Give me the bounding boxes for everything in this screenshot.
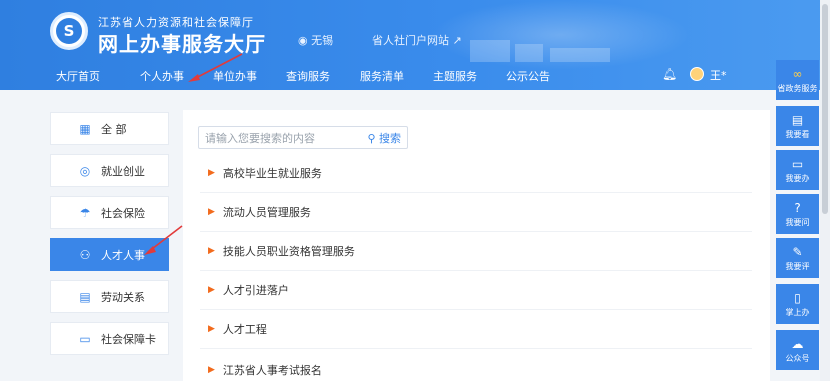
- list-item[interactable]: ▶ 江苏省人事考试报名: [200, 350, 752, 381]
- search-button[interactable]: ⚲ 搜索: [367, 130, 401, 146]
- monitor-icon: ▭: [791, 156, 804, 171]
- portal-link-label: 省人社门户网站: [372, 34, 449, 47]
- rate-button[interactable]: ✎ 我要评: [776, 238, 819, 278]
- umbrella-icon: ☂: [79, 205, 91, 220]
- bullet-triangle-icon: ▶: [208, 364, 215, 375]
- sidebar-item-label: 劳动关系: [101, 290, 145, 304]
- book-icon: ▤: [791, 112, 804, 127]
- portal-link[interactable]: 省人社门户网站 ↗: [372, 32, 462, 48]
- search-input[interactable]: [205, 130, 355, 146]
- search-box: ⚲ 搜索: [198, 126, 408, 149]
- list-item[interactable]: ▶ 高校毕业生就业服务: [200, 154, 752, 193]
- wechat-icon: ☁: [791, 336, 804, 351]
- list-item[interactable]: ▶ 人才引进落户: [200, 271, 752, 310]
- card-icon: ▭: [79, 331, 91, 346]
- grid-icon: ▦: [79, 121, 91, 136]
- search-icon: ⚲: [367, 132, 379, 145]
- right-bar-label: 掌上办: [785, 307, 810, 317]
- service-name: 人才工程: [222, 323, 267, 336]
- logo-icon: S: [56, 18, 82, 44]
- right-bar-label: 我要问: [785, 217, 810, 227]
- page-scrollbar[interactable]: [820, 0, 830, 381]
- bullet-triangle-icon: ▶: [208, 246, 215, 256]
- phone-icon: ▯: [794, 290, 801, 305]
- sidebar-item-all[interactable]: ▦ 全 部: [50, 112, 169, 145]
- people-icon: ⚇: [79, 247, 91, 262]
- bullet-triangle-icon: ▶: [208, 207, 215, 217]
- nav-item-home[interactable]: 大厅首页: [56, 68, 100, 84]
- nav-item-topics[interactable]: 主题服务: [433, 68, 477, 84]
- service-name: 人才引进落户: [222, 284, 289, 297]
- location-label: 无锡: [311, 34, 334, 47]
- right-bar-label: 我要看: [785, 129, 810, 139]
- service-name: 江苏省人事考试报名: [222, 363, 322, 377]
- compass-icon: ◎: [79, 163, 91, 178]
- list-item[interactable]: ▶ 技能人员职业资格管理服务: [200, 232, 752, 271]
- sidebar-item-employment[interactable]: ◎ 就业创业: [50, 154, 169, 187]
- building-silhouette: [550, 48, 610, 62]
- annotation-arrow: [188, 53, 243, 82]
- service-name: 技能人员职业资格管理服务: [222, 245, 355, 258]
- building-silhouette: [470, 40, 510, 62]
- list-item[interactable]: ▶ 人才工程: [200, 310, 752, 349]
- question-icon: ?: [794, 200, 801, 215]
- right-bar-label: 公众号: [785, 353, 810, 363]
- bullet-triangle-icon: ▶: [208, 168, 215, 178]
- wechat-button[interactable]: ☁ 公众号: [776, 330, 819, 370]
- bullet-triangle-icon: ▶: [208, 324, 215, 334]
- site-logo[interactable]: S: [50, 12, 88, 50]
- location-pin-icon: ◉: [298, 34, 312, 47]
- nav-item-notices[interactable]: 公示公告: [506, 68, 550, 84]
- service-name: 流动人员管理服务: [222, 206, 311, 219]
- handle-button[interactable]: ▭ 我要办: [776, 150, 819, 190]
- sidebar-item-label: 社会保障卡: [101, 332, 156, 346]
- search-button-label: 搜索: [379, 132, 401, 145]
- avatar[interactable]: [690, 67, 704, 81]
- sidebar-item-label: 就业创业: [101, 164, 145, 178]
- view-button[interactable]: ▤ 我要看: [776, 106, 819, 146]
- annotation-arrow: [144, 225, 183, 255]
- bell-icon[interactable]: 🔔︎: [662, 67, 677, 81]
- header-bar: S 江苏省人力资源和社会保障厅 网上办事服务大厅 ◉ 无锡 省人社门户网站 ↗ …: [0, 0, 830, 90]
- location-switch[interactable]: ◉ 无锡: [298, 32, 333, 48]
- external-link-icon: ↗: [449, 34, 462, 47]
- building-silhouette: [515, 44, 543, 62]
- sidebar-item-label: 社会保险: [101, 206, 145, 220]
- right-bar-label: 我要评: [785, 261, 810, 271]
- edit-icon: ✎: [792, 244, 803, 259]
- main-nav: 大厅首页 个人办事 单位办事 查询服务 服务清单 主题服务 公示公告: [0, 62, 830, 90]
- mobile-button[interactable]: ▯ 掌上办: [776, 284, 819, 324]
- service-name: 高校毕业生就业服务: [222, 167, 322, 180]
- document-icon: ▤: [79, 289, 91, 304]
- right-bar-label: 我要办: [785, 173, 810, 183]
- sidebar-item-ss-card[interactable]: ▭ 社会保障卡: [50, 322, 169, 355]
- ask-button[interactable]: ? 我要问: [776, 194, 819, 234]
- user-name[interactable]: 王*: [710, 67, 727, 83]
- list-item[interactable]: ▶ 流动人员管理服务: [200, 193, 752, 232]
- gov-logo-icon: ∞: [792, 66, 803, 81]
- right-bar-label: 省政务服务: [777, 83, 818, 93]
- scrollbar-thumb[interactable]: [822, 4, 828, 214]
- nav-item-query[interactable]: 查询服务: [286, 68, 330, 84]
- sidebar-item-labor[interactable]: ▤ 劳动关系: [50, 280, 169, 313]
- gov-service-button[interactable]: ∞ 省政务服务: [776, 60, 819, 100]
- bullet-triangle-icon: ▶: [208, 285, 215, 295]
- nav-item-service-list[interactable]: 服务清单: [360, 68, 404, 84]
- sidebar-item-label: 全 部: [101, 122, 127, 136]
